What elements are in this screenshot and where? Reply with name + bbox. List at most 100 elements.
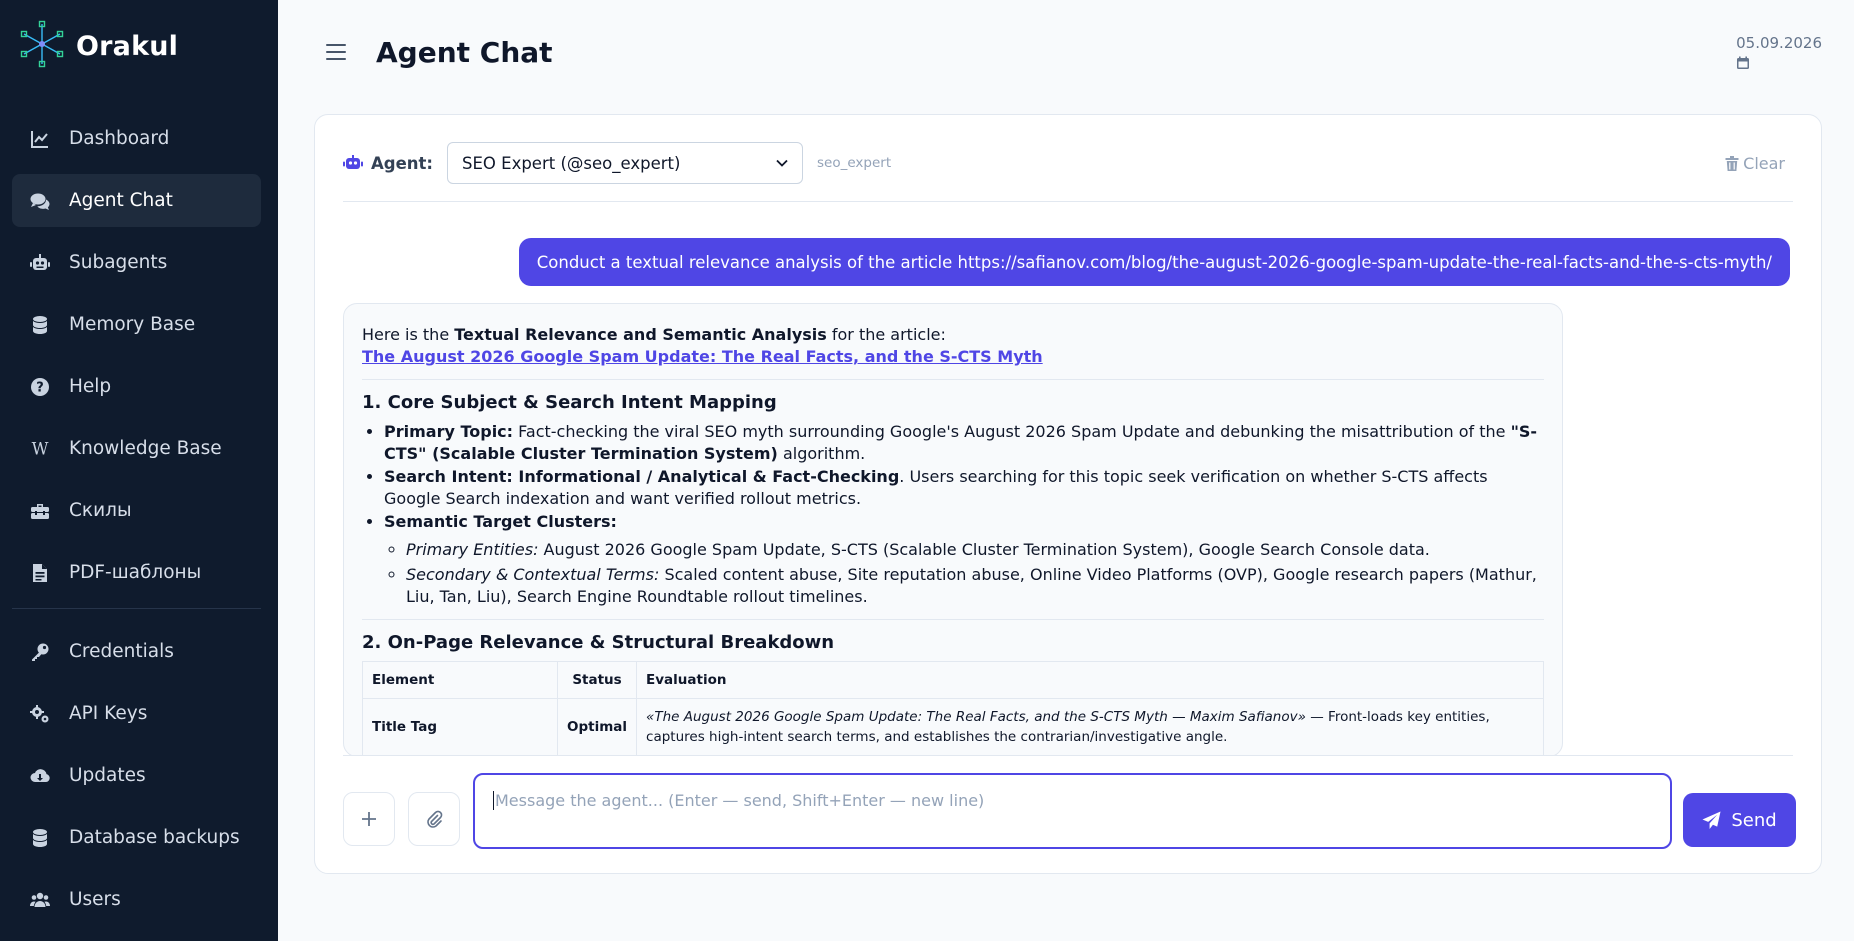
robot-icon [343, 155, 363, 169]
divider [343, 201, 1793, 202]
article-link[interactable]: The August 2026 Google Spam Update: The … [362, 347, 1043, 366]
trash-icon [1725, 155, 1739, 171]
sidebar-item-label: Knowledge Base [69, 438, 222, 459]
chevron-down-icon [776, 159, 788, 167]
text-caret [493, 791, 494, 810]
menu-toggle-icon[interactable] [326, 44, 346, 60]
section-heading: 1. Core Subject & Search Intent Mapping [362, 392, 777, 413]
sidebar-item-label: Subagents [69, 252, 168, 273]
database-icon [29, 827, 51, 849]
sidebar-item-label: Скилы [69, 500, 132, 521]
agent-label: Agent: [371, 153, 434, 173]
table-row: Title Tag Optimal «The August 2026 Googl… [362, 698, 1544, 755]
table-header: Evaluation [636, 661, 1544, 699]
divider [362, 619, 1544, 620]
date-value: 05.09.2026 [1736, 34, 1822, 52]
sidebar-item-label: PDF-шаблоны [69, 562, 202, 583]
sidebar-item-credentials[interactable]: Credentials [12, 625, 261, 678]
table-header: Element [362, 661, 558, 699]
sidebar-item-help[interactable]: ? Help [12, 360, 261, 413]
clear-button[interactable]: Clear [1725, 154, 1785, 173]
attach-button[interactable] [408, 792, 460, 846]
cloud-download-icon [29, 765, 51, 787]
users-icon [29, 889, 51, 911]
sidebar-item-label: Help [69, 376, 112, 397]
cluster-list: Primary Entities: August 2026 Google Spa… [406, 539, 1544, 608]
table-cell: «The August 2026 Google Spam Update: The… [636, 698, 1544, 755]
agent-message: Here is the Textual Relevance and Semant… [343, 303, 1563, 755]
table-header-row: Element Status Evaluation [362, 661, 1544, 699]
send-label: Send [1731, 809, 1777, 831]
sidebar-item-knowledge-base[interactable]: W Knowledge Base [12, 422, 261, 475]
list-item: Secondary & Contextual Terms: Scaled con… [406, 564, 1544, 608]
sidebar-item-label: Updates [69, 765, 146, 786]
clear-label: Clear [1743, 153, 1785, 173]
sidebar-item-label: Credentials [69, 641, 174, 662]
new-chat-button[interactable] [343, 792, 395, 846]
sidebar-item-agent-chat[interactable]: Agent Chat [12, 174, 261, 227]
message-input[interactable]: Message the agent... (Enter — send, Shif… [473, 773, 1672, 849]
chat-card: Agent: SEO Expert (@seo_expert) seo_expe… [314, 114, 1822, 874]
sidebar-item-label: Database backups [69, 827, 240, 848]
orakul-logo-icon [20, 20, 64, 72]
chat-history[interactable]: Here is the Textual Relevance and Semant… [343, 303, 1563, 755]
paper-plane-icon [1702, 810, 1721, 829]
list-item: Search Intent: Informational / Analytica… [384, 466, 1544, 510]
sidebar-item-pdf-templates[interactable]: PDF-шаблоны [12, 546, 261, 599]
analysis-list: Primary Topic: Fact-checking the viral S… [384, 421, 1544, 608]
divider [362, 379, 1544, 380]
sidebar-item-api-keys[interactable]: API Keys [12, 687, 261, 740]
user-message: Conduct a textual relevance analysis of … [518, 238, 1790, 286]
sidebar-item-label: Agent Chat [69, 190, 173, 211]
agent-handle: seo_expert [817, 155, 892, 171]
database-icon [29, 314, 51, 336]
wikipedia-icon: W [29, 438, 51, 460]
agent-toolbar: Agent: SEO Expert (@seo_expert) seo_expe… [343, 141, 1793, 185]
sidebar-nav: Dashboard Agent Chat Subagents Memory Ba… [12, 112, 261, 935]
comments-icon [29, 190, 51, 212]
message-intro: Here is the Textual Relevance and Semant… [362, 325, 946, 344]
table-cell: Optimal [556, 698, 638, 755]
sidebar-item-label: API Keys [69, 703, 148, 724]
agent-select-value: SEO Expert (@seo_expert) [462, 153, 681, 173]
date-picker[interactable]: 05.09.2026 [1736, 34, 1822, 70]
list-item: Semantic Target Clusters: Primary Entiti… [384, 511, 1544, 608]
agent-select[interactable]: SEO Expert (@seo_expert) [447, 142, 804, 184]
svg-text:?: ? [36, 380, 44, 395]
plus-icon [362, 812, 376, 826]
sidebar-item-label: Users [69, 889, 121, 910]
list-item: Primary Entities: August 2026 Google Spa… [406, 539, 1544, 561]
sidebar-item-label: Dashboard [69, 128, 170, 149]
svg-text:W: W [32, 439, 49, 458]
list-item: Primary Topic: Fact-checking the viral S… [384, 421, 1544, 465]
sidebar-item-users[interactable]: Users [12, 873, 261, 926]
key-icon [29, 641, 51, 663]
relevance-table: Element Status Evaluation Title Tag Opti… [362, 661, 1544, 755]
send-button[interactable]: Send [1683, 793, 1796, 847]
divider [343, 755, 1793, 756]
sidebar-item-updates[interactable]: Updates [12, 749, 261, 802]
sidebar-item-database-backups[interactable]: Database backups [12, 811, 261, 864]
sidebar-divider [12, 608, 261, 609]
table-header: Status [556, 661, 638, 699]
robot-icon [29, 252, 51, 274]
calendar-icon [1737, 56, 1750, 69]
toolbox-icon [29, 500, 51, 522]
cogs-icon [29, 703, 51, 725]
sidebar-item-subagents[interactable]: Subagents [12, 236, 261, 289]
table-cell: Title Tag [362, 698, 558, 755]
brand[interactable]: Orakul [20, 20, 179, 72]
sidebar-item-dashboard[interactable]: Dashboard [12, 112, 261, 165]
sidebar-item-label: Memory Base [69, 314, 196, 335]
app-name: Orakul [76, 30, 179, 62]
question-circle-icon: ? [29, 376, 51, 398]
sidebar-item-memory-base[interactable]: Memory Base [12, 298, 261, 351]
file-pdf-icon [29, 562, 51, 584]
sidebar: Orakul Dashboard Agent Chat Subagents Me… [0, 0, 278, 941]
page-title: Agent Chat [376, 36, 553, 69]
section-heading: 2. On-Page Relevance & Structural Breakd… [362, 632, 835, 653]
paperclip-icon [427, 810, 443, 828]
sidebar-item-skills[interactable]: Скилы [12, 484, 261, 537]
input-placeholder: Message the agent... (Enter — send, Shif… [495, 791, 985, 810]
chart-line-icon [29, 128, 51, 150]
